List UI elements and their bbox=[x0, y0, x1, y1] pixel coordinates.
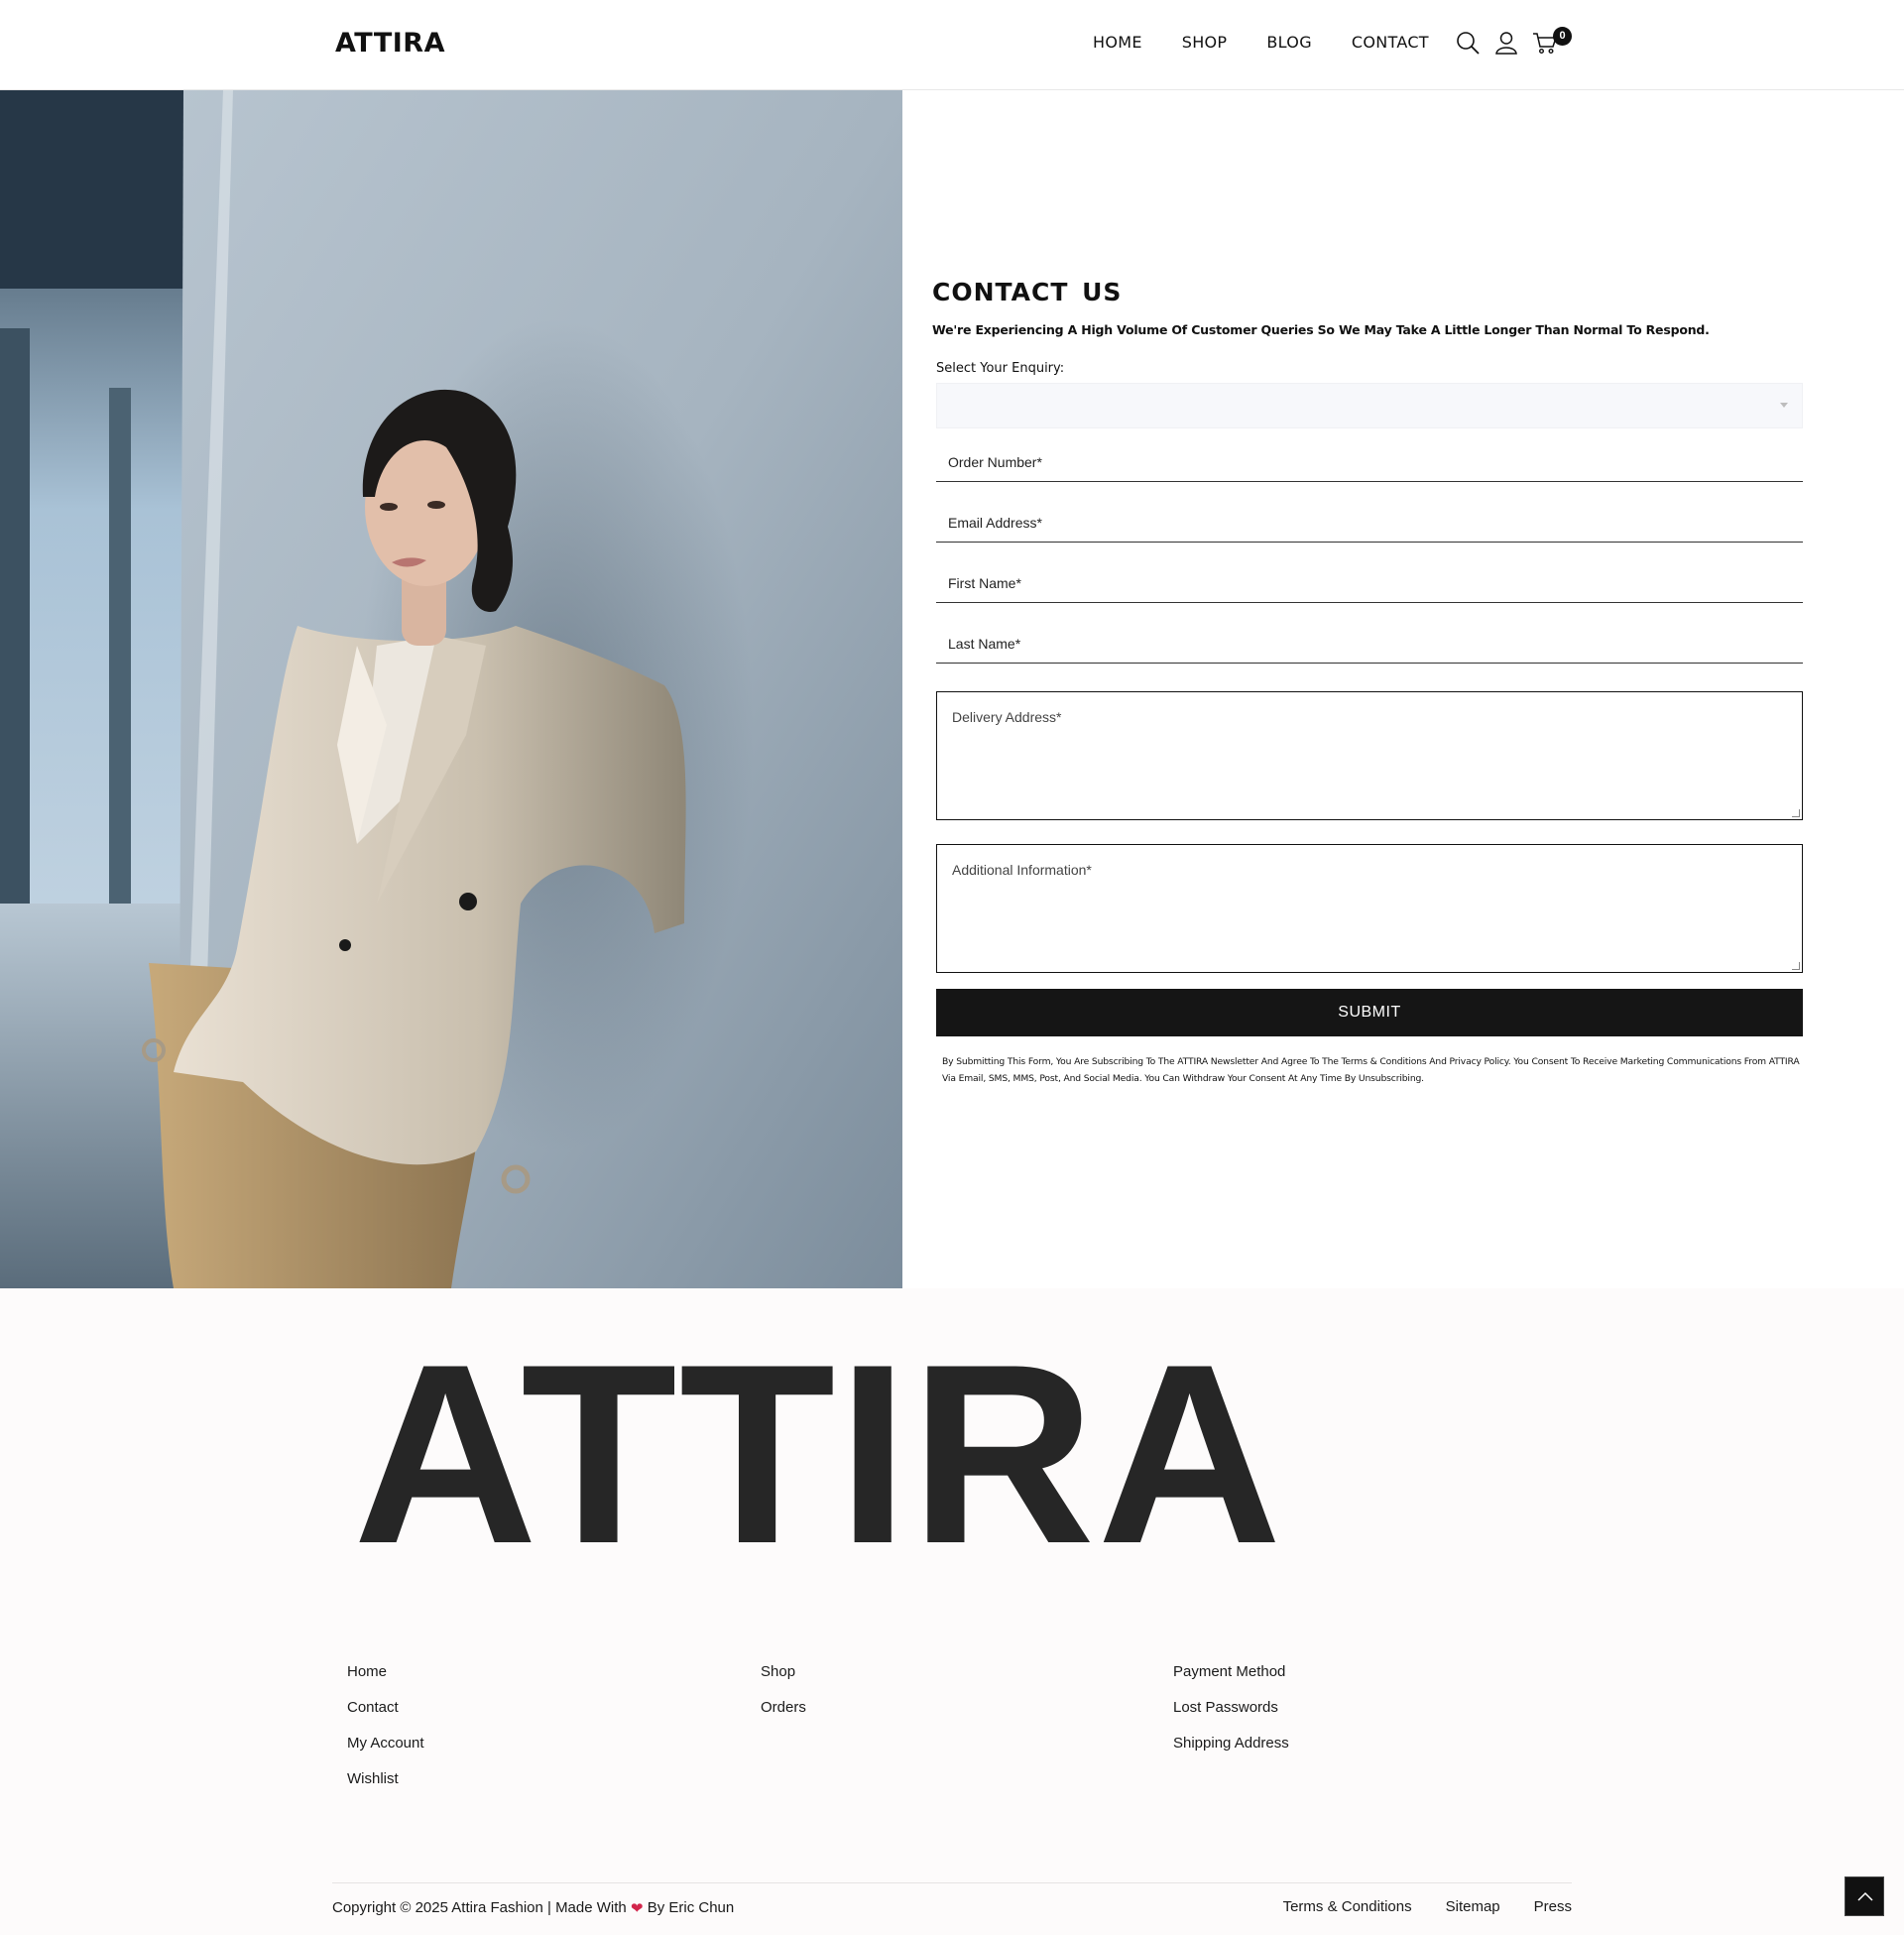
order-number-placeholder: Order Number* bbox=[948, 454, 1042, 470]
nav-home[interactable]: HOME bbox=[1093, 33, 1142, 52]
cart-count-badge: 0 bbox=[1553, 27, 1572, 46]
footer-link-press[interactable]: Press bbox=[1534, 1898, 1572, 1915]
copyright-suffix: By Eric Chun bbox=[647, 1899, 735, 1916]
hero-image bbox=[0, 90, 902, 1288]
main-nav: HOME SHOP BLOG CONTACT bbox=[1093, 33, 1429, 52]
footer-column-1: Home Contact My Account Wishlist bbox=[347, 1662, 424, 1788]
footer-link-my-account[interactable]: My Account bbox=[347, 1734, 424, 1753]
submit-button[interactable]: SUBMIT bbox=[936, 989, 1803, 1036]
nav-contact[interactable]: CONTACT bbox=[1352, 33, 1429, 52]
footer-link-wishlist[interactable]: Wishlist bbox=[347, 1769, 424, 1788]
footer-link-shipping-address[interactable]: Shipping Address bbox=[1173, 1734, 1289, 1753]
nav-blog[interactable]: BLOG bbox=[1266, 33, 1312, 52]
site-footer: ATTIRA Home Contact My Account Wishlist … bbox=[0, 1288, 1904, 1935]
footer-brand-wordmark: ATTIRA bbox=[353, 1310, 1284, 1597]
footer-link-lost-passwords[interactable]: Lost Passwords bbox=[1173, 1698, 1289, 1717]
resize-handle-icon[interactable] bbox=[1792, 809, 1800, 817]
footer-column-3: Payment Method Lost Passwords Shipping A… bbox=[1173, 1662, 1289, 1753]
email-field[interactable]: Email Address* bbox=[936, 501, 1803, 543]
heart-icon: ❤ bbox=[630, 1900, 644, 1917]
footer-link-terms[interactable]: Terms & Conditions bbox=[1283, 1898, 1412, 1915]
footer-link-orders[interactable]: Orders bbox=[761, 1698, 806, 1717]
page-title: CONTACT US bbox=[932, 278, 1123, 306]
form-subtitle: We're Experiencing A High Volume Of Cust… bbox=[932, 322, 1710, 337]
site-header: ATTIRA HOME SHOP BLOG CONTACT 0 bbox=[0, 0, 1904, 90]
back-to-top-button[interactable] bbox=[1844, 1876, 1884, 1916]
delivery-address-placeholder: Delivery Address* bbox=[952, 709, 1062, 725]
footer-link-shop[interactable]: Shop bbox=[761, 1662, 806, 1681]
additional-info-placeholder: Additional Information* bbox=[952, 862, 1092, 878]
copyright-prefix: Copyright © 2025 Attira Fashion | Made W… bbox=[332, 1899, 627, 1916]
search-icon[interactable] bbox=[1455, 30, 1481, 56]
chevron-up-icon bbox=[1857, 1891, 1873, 1901]
additional-info-textarea[interactable]: Additional Information* bbox=[936, 844, 1803, 973]
enquiry-select[interactable] bbox=[936, 383, 1803, 428]
last-name-placeholder: Last Name* bbox=[948, 636, 1021, 652]
first-name-field[interactable]: First Name* bbox=[936, 561, 1803, 603]
footer-column-2: Shop Orders bbox=[761, 1662, 806, 1717]
copyright-text: Copyright © 2025 Attira Fashion | Made W… bbox=[332, 1898, 735, 1917]
order-number-field[interactable]: Order Number* bbox=[936, 440, 1803, 482]
footer-link-contact[interactable]: Contact bbox=[347, 1698, 424, 1717]
form-disclaimer: By Submitting This Form, You Are Subscri… bbox=[942, 1056, 1800, 1084]
footer-bottom-links: Terms & Conditions Sitemap Press bbox=[1283, 1898, 1572, 1915]
last-name-field[interactable]: Last Name* bbox=[936, 622, 1803, 664]
site-logo[interactable]: ATTIRA bbox=[335, 28, 445, 59]
footer-divider bbox=[332, 1882, 1572, 1883]
resize-handle-icon[interactable] bbox=[1792, 962, 1800, 970]
woman-in-beige-blazer-photo bbox=[0, 90, 902, 1288]
footer-link-home[interactable]: Home bbox=[347, 1662, 424, 1681]
footer-link-sitemap[interactable]: Sitemap bbox=[1446, 1898, 1500, 1915]
delivery-address-textarea[interactable]: Delivery Address* bbox=[936, 691, 1803, 820]
footer-link-payment-method[interactable]: Payment Method bbox=[1173, 1662, 1289, 1681]
contact-form-section: CONTACT US We're Experiencing A High Vol… bbox=[932, 278, 1805, 1084]
user-icon[interactable] bbox=[1493, 30, 1519, 56]
enquiry-label: Select Your Enquiry: bbox=[936, 361, 1065, 376]
first-name-placeholder: First Name* bbox=[948, 575, 1021, 591]
chevron-down-icon bbox=[1780, 403, 1788, 408]
nav-shop[interactable]: SHOP bbox=[1182, 33, 1228, 52]
email-placeholder: Email Address* bbox=[948, 515, 1042, 531]
